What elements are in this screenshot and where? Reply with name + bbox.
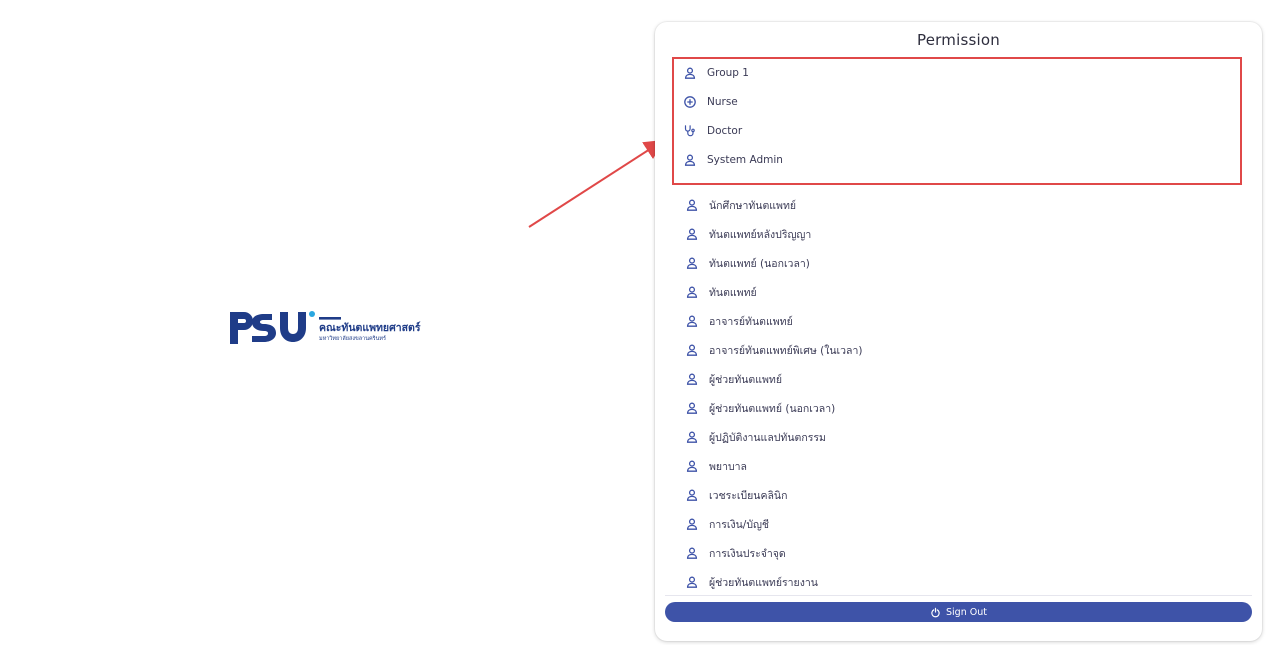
permission-panel: Permission Group 1 Nurse Doctor System Admi… [655, 22, 1262, 641]
person-icon [685, 372, 699, 386]
permission-item[interactable]: Group 1 [683, 61, 749, 85]
sign-out-button[interactable]: Sign Out [665, 602, 1252, 622]
permission-item[interactable]: Nurse [683, 90, 738, 114]
permission-item[interactable]: Doctor [683, 119, 742, 143]
permission-item[interactable]: เวชระเบียนคลินิก [685, 483, 787, 507]
permission-item[interactable]: พยาบาล [685, 454, 747, 478]
permission-item[interactable]: ทันตแพทย์ (นอกเวลา) [685, 251, 810, 275]
permission-item-label: Group 1 [707, 67, 749, 79]
person-icon [685, 256, 699, 270]
permission-item-label: Doctor [707, 125, 743, 137]
permission-item-label: นักศึกษาทันตแพทย์ [709, 199, 797, 212]
sign-out-label: Sign Out [946, 606, 987, 618]
person-icon [685, 198, 699, 212]
panel-title: Permission [917, 31, 1000, 49]
permission-item-label: ทันตแพทย์ (นอกเวลา) [709, 257, 810, 270]
person-icon [685, 517, 699, 531]
permission-item[interactable]: ผู้ช่วยทันตแพทย์ [685, 367, 782, 391]
permission-item-label: ผู้ช่วยทันตแพทย์รายงาน [709, 576, 818, 589]
permission-item-label: เวชระเบียนคลินิก [709, 489, 788, 502]
person-icon [685, 401, 699, 415]
permission-item-label: Nurse [707, 96, 738, 108]
permission-item-label: อาจารย์ทันตแพทย์พิเศษ (ในเวลา) [709, 344, 863, 357]
permission-item-label: อาจารย์ทันตแพทย์ [709, 315, 793, 328]
permission-item[interactable]: นักศึกษาทันตแพทย์ [685, 193, 796, 217]
person-icon [685, 546, 699, 560]
permission-item-label: ทันตแพทย์หลังปริญญา [709, 228, 812, 241]
permission-item[interactable]: การเงิน/บัญชี [685, 512, 769, 536]
power-icon [930, 607, 941, 618]
person-icon [685, 314, 699, 328]
logo-area: คณะทันตแพทยศาสตร์ มหาวิทยาลัยสงขลานครินท… [0, 0, 650, 645]
person-icon [685, 488, 699, 502]
person-icon [685, 343, 699, 357]
permission-item[interactable]: ทันตแพทย์ [685, 280, 757, 304]
permission-item[interactable]: ผู้ช่วยทันตแพทย์รายงาน [685, 570, 818, 594]
stethoscope-icon [683, 124, 697, 138]
permission-item-label: ผู้ช่วยทันตแพทย์ (นอกเวลา) [709, 402, 836, 415]
svg-text:มหาวิทยาลัยสงขลานครินทร์: มหาวิทยาลัยสงขลานครินทร์ [319, 335, 386, 342]
permission-item-label: ผู้ช่วยทันตแพทย์ [709, 373, 783, 386]
person-icon [683, 66, 697, 80]
permission-item-label: การเงิน/บัญชี [709, 518, 770, 531]
person-icon [683, 153, 697, 167]
divider [665, 595, 1252, 596]
permission-item-label: ผู้ปฏิบัติงานแลปทันตกรรม [709, 431, 826, 444]
person-icon [685, 227, 699, 241]
permission-item-label: พยาบาล [709, 460, 747, 473]
permission-item[interactable]: ทันตแพทย์หลังปริญญา [685, 222, 811, 246]
svg-text:คณะทันตแพทยศาสตร์: คณะทันตแพทยศาสตร์ [319, 321, 421, 334]
permission-item[interactable]: ผู้ปฏิบัติงานแลปทันตกรรม [685, 425, 826, 449]
permission-item[interactable]: อาจารย์ทันตแพทย์ [685, 309, 793, 333]
psu-dentistry-logo: คณะทันตแพทยศาสตร์ มหาวิทยาลัยสงขลานครินท… [230, 311, 421, 344]
permission-item-label: การเงินประจำจุด [709, 547, 786, 560]
permission-item[interactable]: การเงินประจำจุด [685, 541, 786, 565]
permission-item-label: ทันตแพทย์ [709, 286, 757, 299]
person-icon [685, 575, 699, 589]
page: คณะทันตแพทยศาสตร์ มหาวิทยาลัยสงขลานครินท… [0, 0, 1274, 645]
person-icon [685, 285, 699, 299]
permission-item-label: System Admin [707, 154, 783, 166]
permission-item[interactable]: System Admin [683, 148, 783, 172]
person-icon [685, 430, 699, 444]
person-icon [685, 459, 699, 473]
plus-circle-icon [683, 95, 697, 109]
permission-item[interactable]: อาจารย์ทันตแพทย์พิเศษ (ในเวลา) [685, 338, 862, 362]
permission-item[interactable]: ผู้ช่วยทันตแพทย์ (นอกเวลา) [685, 396, 835, 420]
permission-list[interactable]: Group 1 Nurse Doctor System Admin นักศึกษาทั… [655, 58, 1262, 594]
